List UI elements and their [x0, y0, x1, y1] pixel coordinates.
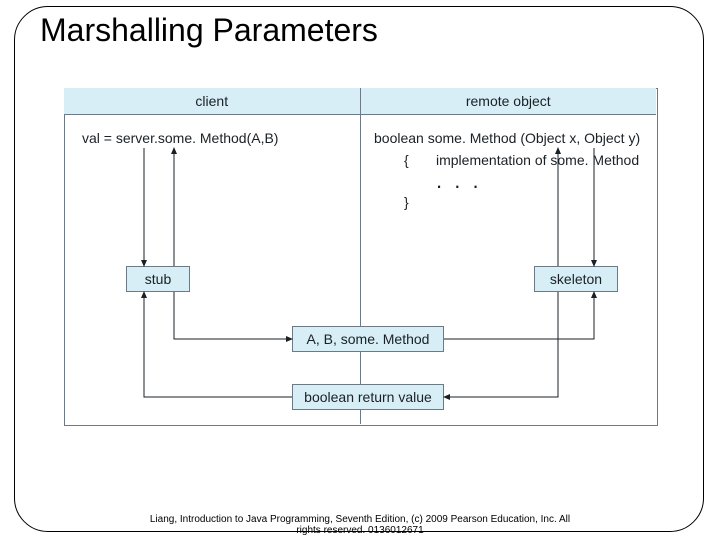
page-title: Marshalling Parameters: [40, 12, 378, 49]
impl-label: implementation of some. Method: [436, 152, 639, 168]
footer-line2: rights reserved. 0136012671: [296, 525, 423, 536]
return-box: boolean return value: [292, 384, 444, 410]
brace-open: {: [404, 152, 409, 168]
dots-icon: . . .: [436, 168, 482, 194]
vertical-divider: [360, 88, 361, 424]
client-expression: val = server.some. Method(A,B): [82, 130, 278, 146]
footer-line1: Liang, Introduction to Java Programming,…: [150, 514, 570, 525]
stub-box: stub: [126, 266, 190, 292]
footer: Liang, Introduction to Java Programming,…: [0, 514, 720, 536]
diagram: client remote object val = server.some. …: [64, 88, 658, 426]
skeleton-box: skeleton: [534, 266, 618, 292]
header-client: client: [64, 88, 361, 114]
header-remote: remote object: [361, 88, 657, 114]
remote-signature: boolean some. Method (Object x, Object y…: [374, 130, 640, 146]
args-box: A, B, some. Method: [292, 326, 444, 352]
brace-close: }: [404, 194, 409, 210]
